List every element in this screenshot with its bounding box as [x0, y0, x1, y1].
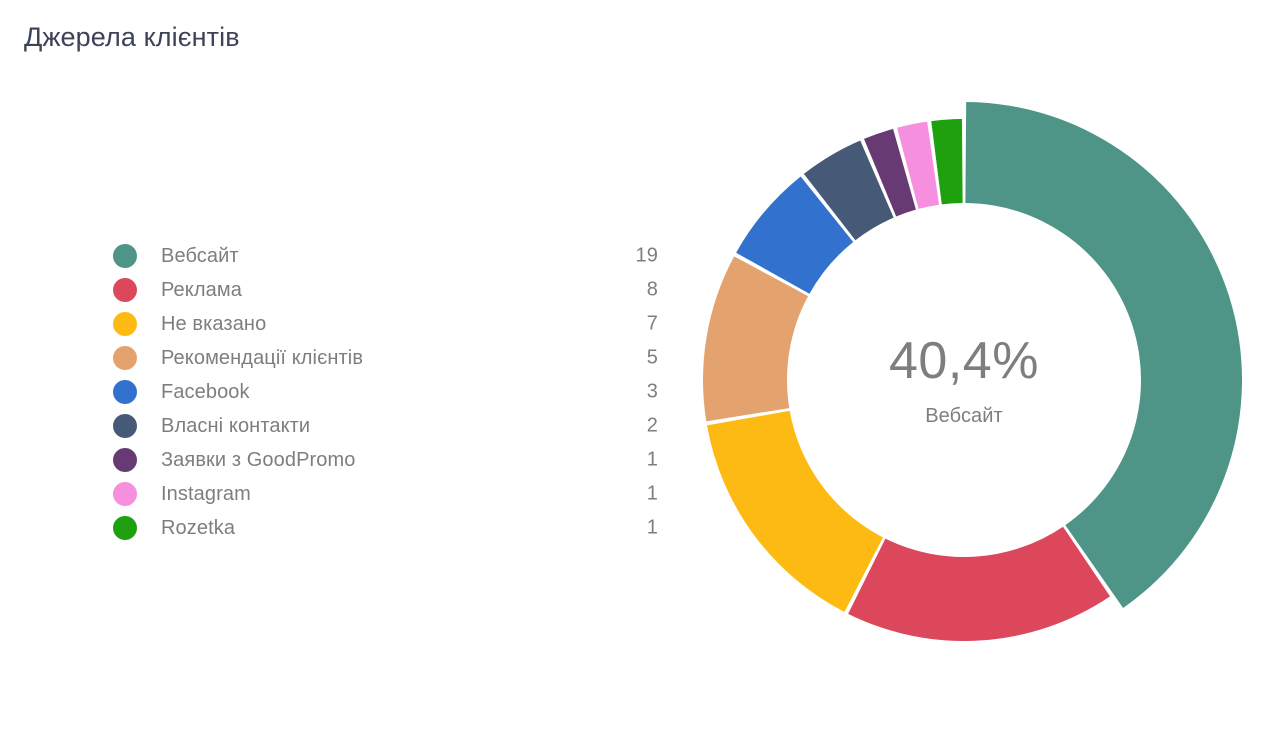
legend-color-swatch-icon [113, 414, 137, 438]
legend-item-3[interactable]: Рекомендації клієнтів 5 [113, 341, 658, 375]
donut-chart[interactable]: 40,4% Вебсайт [668, 84, 1260, 676]
legend-color-swatch-icon [113, 346, 137, 370]
legend-color-swatch-icon [113, 278, 137, 302]
donut-chart-svg [703, 102, 1242, 641]
legend-item-value: 5 [646, 346, 658, 369]
legend-item-2[interactable]: Не вказано 7 [113, 307, 658, 341]
legend-item-value: 1 [646, 482, 658, 505]
legend-item-value: 1 [646, 516, 658, 539]
legend-item-label: Rozetka [161, 516, 236, 539]
legend-item-label: Реклама [161, 278, 242, 301]
legend-item-6[interactable]: Заявки з GoodPromo 1 [113, 443, 658, 477]
donut-slice[interactable] [706, 410, 883, 613]
legend-item-value: 19 [635, 244, 658, 267]
legend-item-value: 1 [646, 448, 658, 471]
page-title: Джерела клієнтів [24, 22, 240, 52]
legend-item-value: 2 [646, 414, 658, 437]
legend-item-label: Не вказано [161, 312, 267, 335]
legend-item-label: Заявки з GoodPromo [161, 448, 356, 471]
legend-item-label: Instagram [161, 482, 251, 505]
legend-item-value: 8 [646, 278, 658, 301]
legend-color-swatch-icon [113, 312, 137, 336]
legend-item-label: Facebook [161, 380, 250, 403]
legend-color-swatch-icon [113, 380, 137, 404]
legend-item-7[interactable]: Instagram 1 [113, 477, 658, 511]
legend-color-swatch-icon [113, 516, 137, 540]
chart-legend: Вебсайт 19 Реклама 8 Не вказано 7 Рекоме… [113, 239, 658, 545]
legend-item-label: Власні контакти [161, 414, 311, 437]
legend-item-label: Рекомендації клієнтів [161, 346, 364, 369]
legend-item-value: 7 [646, 312, 658, 335]
legend-item-value: 3 [646, 380, 658, 403]
legend-color-swatch-icon [113, 448, 137, 472]
donut-slice-group [703, 102, 1242, 641]
legend-item-label: Вебсайт [161, 244, 239, 267]
legend-color-swatch-icon [113, 482, 137, 506]
legend-item-4[interactable]: Facebook 3 [113, 375, 658, 409]
legend-item-1[interactable]: Реклама 8 [113, 273, 658, 307]
legend-color-swatch-icon [113, 244, 137, 268]
legend-item-5[interactable]: Власні контакти 2 [113, 409, 658, 443]
legend-item-8[interactable]: Rozetka 1 [113, 511, 658, 545]
donut-slice[interactable] [965, 102, 1242, 608]
donut-slice[interactable] [848, 526, 1111, 641]
client-sources-widget: Джерела клієнтів Вебсайт 19 Реклама 8 Не… [0, 0, 1288, 732]
legend-item-0[interactable]: Вебсайт 19 [113, 239, 658, 273]
